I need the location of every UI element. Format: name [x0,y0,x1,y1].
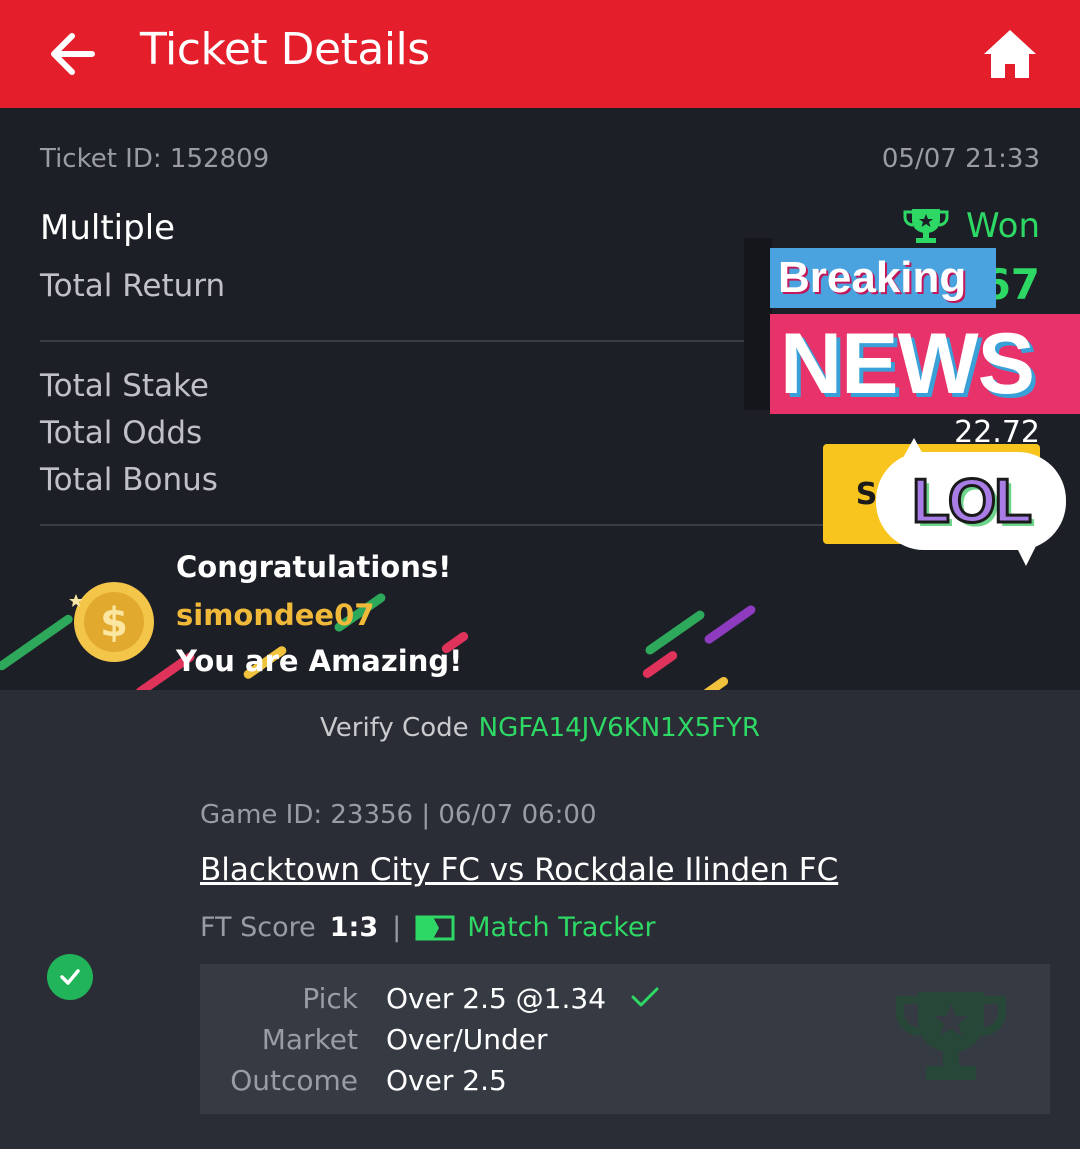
score-value: 1:3 [329,912,379,943]
outcome-label: Outcome [230,1064,358,1097]
total-return-label: Total Return [40,268,226,304]
lol-sticker: LOL [911,465,1034,537]
divider [40,340,745,342]
ticket-type: Multiple [40,208,176,248]
ticket-date: 05/07 21:33 [881,144,1040,174]
total-odds-label: Total Odds [40,415,203,451]
tracker-label: Match Tracker [467,912,656,943]
username: simondee07 [176,598,375,632]
total-stake-label: Total Stake [40,368,210,404]
pick-value: Over 2.5 @1.34 [386,982,661,1015]
back-button[interactable] [40,22,104,86]
decor-streak [643,608,707,657]
score-label: FT Score [200,912,316,943]
game-detail: Game ID: 23356 | 06/07 06:00 Blacktown C… [0,766,1080,1149]
market-value: Over/Under [386,1023,548,1056]
market-label: Market [261,1023,358,1056]
divider [40,524,880,526]
score-row: FT Score 1:3 | Match Tracker [200,912,656,943]
tracker-icon [415,915,455,940]
verify-code[interactable]: NGFA14JV6KN1X5FYR [479,713,760,743]
verify-code-row: Verify Code NGFA14JV6KN1X5FYR [0,690,1080,766]
news-sticker: NEWS [770,314,1080,414]
ticket-id: Ticket ID: 152809 [40,144,270,174]
total-bonus-label: Total Bonus [40,462,218,498]
home-icon [984,30,1036,78]
decor-streak [702,603,758,646]
pick-label: Pick [302,982,358,1015]
sticker-shadow [744,238,772,410]
trophy-watermark-icon [896,992,1006,1080]
breaking-sticker: Breaking [770,248,996,308]
pick-details: Pick Over 2.5 @1.34 Market Over/Under Ou… [200,964,1050,1114]
verify-label: Verify Code [320,713,469,743]
trophy-icon [903,209,949,243]
match-tracker-link[interactable]: Match Tracker [415,912,656,943]
separator: | [392,912,402,943]
status-text: Won [966,206,1040,246]
match-link[interactable]: Blacktown City FC vs Rockdale Ilinden FC [200,852,838,888]
congrats-banner: $ Congratulations! simondee07 You are Am… [0,538,1080,690]
coin-icon: $ [69,582,154,662]
app-header: Ticket Details [0,0,1080,108]
svg-text:$: $ [100,600,128,646]
pick-text: Over 2.5 @1.34 [386,982,607,1015]
page-title: Ticket Details [140,24,430,75]
decor-streak [700,675,730,690]
checkmark-icon [631,987,659,1007]
arrow-left-icon [51,33,95,75]
congrats-text: Congratulations! [176,550,452,584]
check-circle-icon [47,954,93,1000]
game-id: Game ID: 23356 | 06/07 06:00 [200,800,597,830]
outcome-value: Over 2.5 [386,1064,507,1097]
home-button[interactable] [980,26,1040,82]
amazing-text: You are Amazing! [176,644,463,678]
decor-streak [0,613,75,672]
status-badge: Won [902,206,1040,246]
